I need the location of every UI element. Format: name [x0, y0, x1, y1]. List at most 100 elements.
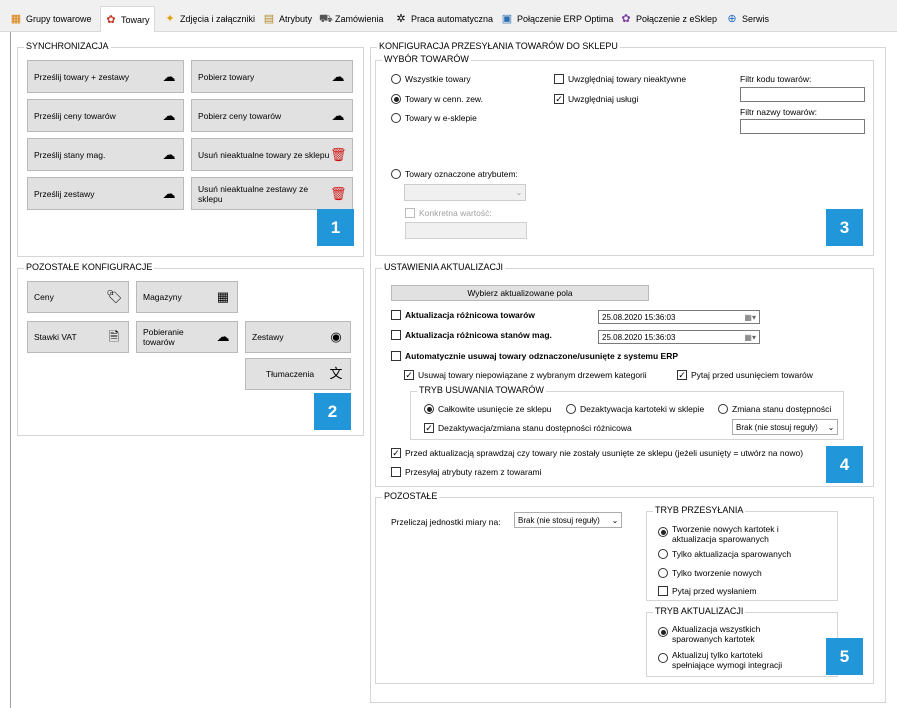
- cloud-download-icon: ☁: [216, 329, 230, 344]
- units-select[interactable]: Brak (nie stosuj reguły) ⌄: [514, 512, 622, 528]
- tab-praca-automatyczna[interactable]: ✲ Praca automatyczna: [391, 8, 497, 30]
- name-filter-input[interactable]: [740, 119, 865, 134]
- radio-update-only[interactable]: Tylko aktualizacja sparowanych: [658, 549, 791, 559]
- specific-value-checkbox[interactable]: Konkretna wartość:: [405, 208, 492, 218]
- download-prices-button[interactable]: Pobierz ceny towarów ☁: [191, 99, 353, 132]
- checkbox-box[interactable]: ✓: [391, 448, 401, 458]
- remove-unlinked-checkbox[interactable]: ✓ Usuwaj towary niepowiązane z wybranym d…: [404, 370, 647, 380]
- checkbox-box[interactable]: ✓: [424, 423, 434, 433]
- removal-mode-title: TRYB USUWANIA TOWARÓW: [417, 385, 546, 395]
- translate-icon: 文: [329, 366, 343, 381]
- trash-icon: 🗑: [330, 146, 347, 162]
- radio-products-attribute[interactable]: Towary oznaczone atrybutem:: [391, 169, 518, 179]
- radio-circle[interactable]: [566, 404, 576, 414]
- bundles-config-button[interactable]: Zestawy ◉: [245, 321, 351, 353]
- checkbox-box[interactable]: [405, 208, 415, 218]
- checkbox-box[interactable]: [658, 586, 668, 596]
- send-attributes-checkbox[interactable]: Przesyłaj atrybuty razem z towarami: [391, 467, 542, 477]
- warehouses-config-button[interactable]: Magazyny ▦: [136, 281, 238, 313]
- removal-rule-select[interactable]: Brak (nie stosuj reguły) ⌄: [732, 419, 838, 435]
- remove-outdated-products-button[interactable]: Usuń nieaktualne towary ze sklepu 🗑: [191, 138, 353, 171]
- diff-products-checkbox[interactable]: Aktualizacja różnicowa towarów: [391, 310, 535, 320]
- specific-value-input[interactable]: [405, 222, 527, 239]
- update-settings-title: USTAWIENIA AKTUALIZACJI: [382, 262, 506, 272]
- checkbox-box[interactable]: [391, 330, 401, 340]
- diff-stock-date-picker[interactable]: 25.08.2020 15:36:03 ▦▾: [598, 330, 760, 344]
- radio-create-only[interactable]: Tylko tworzenie nowych: [658, 568, 762, 578]
- prices-config-button[interactable]: Ceny 🏷: [27, 281, 129, 313]
- tab-grupy-towarowe[interactable]: ▦ Grupy towarowe: [6, 8, 96, 30]
- checkbox-box[interactable]: ✓: [404, 370, 414, 380]
- attribute-select[interactable]: ⌄: [404, 184, 526, 201]
- check-deleted-checkbox[interactable]: ✓ Przed aktualizacją sprawdzaj czy towary…: [391, 448, 803, 458]
- vat-rates-config-button[interactable]: Stawki VAT 🗎: [27, 321, 129, 353]
- section-badge-5: 5: [826, 638, 863, 675]
- checkbox-box[interactable]: ✓: [554, 94, 564, 104]
- calendar-icon[interactable]: ▦▾: [744, 333, 759, 342]
- radio-update-all[interactable]: Aktualizacja wszystkich sparowanych kart…: [658, 624, 788, 644]
- radio-circle[interactable]: [424, 404, 434, 414]
- upload-stock-button[interactable]: Prześlij stany mag. ☁: [27, 138, 184, 171]
- radio-circle[interactable]: [658, 549, 668, 559]
- upload-products-button[interactable]: Prześlij towary + zestawy ☁: [27, 60, 184, 93]
- name-filter-label: Filtr nazwy towarów:: [740, 107, 817, 117]
- groups-icon: ▦: [10, 13, 22, 25]
- radio-circle[interactable]: [658, 653, 668, 663]
- choose-fields-button[interactable]: Wybierz aktualizowane pola: [391, 285, 649, 301]
- send-mode-title: TRYB PRZESYŁANIA: [653, 505, 746, 515]
- radio-circle[interactable]: [718, 404, 728, 414]
- product-download-config-button[interactable]: Pobieranie towarów ☁: [136, 321, 238, 353]
- tab-towary[interactable]: ✿ Towary: [100, 6, 155, 32]
- radio-circle[interactable]: [391, 94, 401, 104]
- radio-products-price-list[interactable]: Towary w cenn. zew.: [391, 94, 483, 104]
- upload-bundles-button[interactable]: Prześlij zestawy ☁: [27, 177, 184, 210]
- tab-atrybuty[interactable]: ▤ Atrybuty: [259, 8, 316, 30]
- tab-serwis[interactable]: ⊕ Serwis: [722, 8, 773, 30]
- tab-polaczenie-esklep[interactable]: ✿ Połączenie z eSklep: [616, 8, 721, 30]
- translations-config-button[interactable]: Tłumaczenia 文: [245, 358, 351, 390]
- radio-all-products[interactable]: Wszystkie towary: [391, 74, 471, 84]
- radio-create-and-update[interactable]: Tworzenie nowych kartotek i aktualizacja…: [658, 524, 793, 544]
- radio-circle[interactable]: [391, 74, 401, 84]
- auto-remove-checkbox[interactable]: Automatycznie usuwaj towary odznaczone/u…: [391, 351, 678, 361]
- products-icon: ✿: [106, 13, 116, 26]
- trash-icon: 🗑: [330, 185, 347, 201]
- tab-zdjecia[interactable]: ✦ Zdjęcia i załączniki: [160, 8, 259, 30]
- upload-prices-button[interactable]: Prześlij ceny towarów ☁: [27, 99, 184, 132]
- download-products-button[interactable]: Pobierz towary ☁: [191, 60, 353, 93]
- radio-circle[interactable]: [658, 627, 668, 637]
- checkbox-box[interactable]: [391, 467, 401, 477]
- diff-deactivation-checkbox[interactable]: ✓ Dezaktywacja/zmiana stanu dostępności r…: [424, 423, 632, 433]
- include-inactive-checkbox[interactable]: Uwzględniaj towary nieaktywne: [554, 74, 686, 84]
- radio-update-compliant[interactable]: Aktualizuj tylko kartoteki spełniające w…: [658, 650, 798, 670]
- ask-before-send-checkbox[interactable]: Pytaj przed wysłaniem: [658, 586, 757, 596]
- radio-circle[interactable]: [391, 169, 401, 179]
- units-label: Przeliczaj jednostki miary na:: [391, 517, 501, 527]
- diff-products-date-picker[interactable]: 25.08.2020 15:36:03 ▦▾: [598, 310, 760, 324]
- section-badge-4: 4: [826, 446, 863, 483]
- checkbox-box[interactable]: [391, 351, 401, 361]
- radio-circle[interactable]: [391, 113, 401, 123]
- tab-zamowienia[interactable]: ⛟ Zamówienia: [315, 8, 388, 30]
- include-services-checkbox[interactable]: ✓ Uwzględniaj usługi: [554, 94, 638, 104]
- checkbox-box[interactable]: ✓: [677, 370, 687, 380]
- code-filter-input[interactable]: [740, 87, 865, 102]
- remove-outdated-bundles-button[interactable]: Usuń nieaktualne zestawy ze sklepu 🗑: [191, 177, 353, 210]
- erp-icon: ▣: [501, 13, 513, 25]
- radio-circle[interactable]: [658, 527, 668, 537]
- radio-products-eshop[interactable]: Towary w e-sklepie: [391, 113, 477, 123]
- tab-polaczenie-erp[interactable]: ▣ Połączenie ERP Optima: [497, 8, 617, 30]
- cloud-download-icon: ☁: [331, 107, 345, 123]
- cloud-upload-icon: ☁: [162, 185, 176, 201]
- radio-circle[interactable]: [658, 568, 668, 578]
- radio-deactivate[interactable]: Dezaktywacja kartoteki w sklepie: [566, 404, 704, 414]
- radio-full-removal[interactable]: Całkowite usunięcie ze sklepu: [424, 404, 551, 414]
- cloud-download-icon: ☁: [331, 68, 345, 84]
- diff-stock-checkbox[interactable]: Aktualizacja różnicowa stanów mag.: [391, 330, 552, 340]
- calendar-icon[interactable]: ▦▾: [744, 313, 759, 322]
- ask-before-remove-checkbox[interactable]: ✓ Pytaj przed usunięciem towarów: [677, 370, 813, 380]
- checkbox-box[interactable]: [554, 74, 564, 84]
- checkbox-box[interactable]: [391, 310, 401, 320]
- radio-availability-change[interactable]: Zmiana stanu dostępności: [718, 404, 831, 414]
- tab-bar: ▦ Grupy towarowe ✿ Towary ✦ Zdjęcia i załąc…: [0, 0, 897, 32]
